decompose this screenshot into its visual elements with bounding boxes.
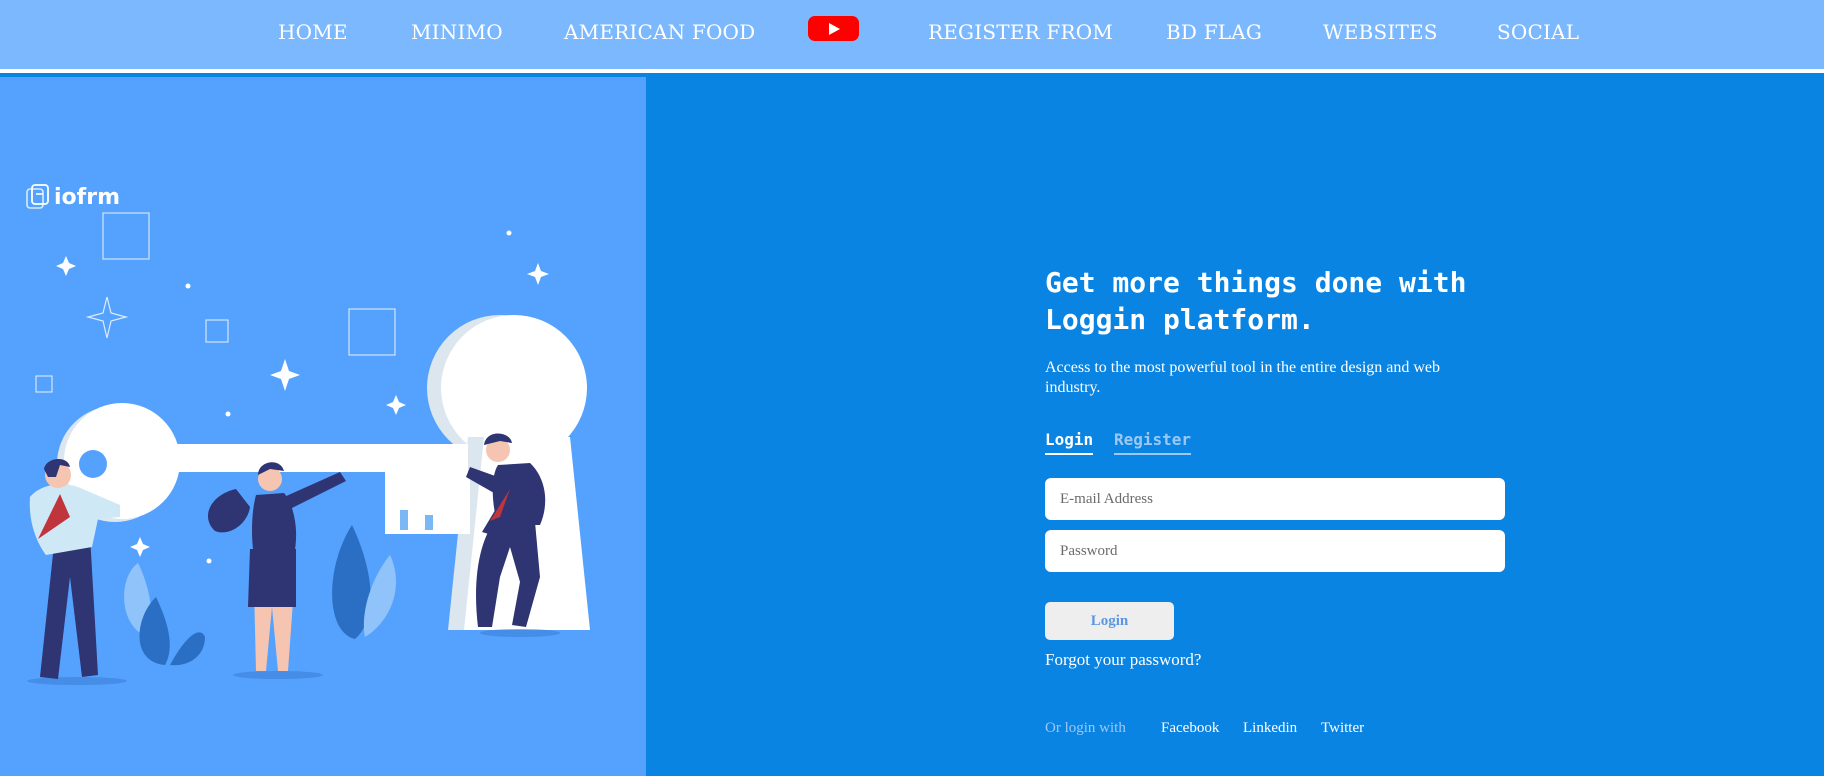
sparkle-dot xyxy=(506,230,512,236)
key-and-keyhole-illustration xyxy=(27,212,590,685)
decor-square xyxy=(205,319,229,343)
plant-leaf xyxy=(170,632,205,666)
email-field[interactable] xyxy=(1045,478,1505,520)
nav-item-minimo[interactable]: MINIMO xyxy=(411,20,503,44)
decor-square xyxy=(348,308,396,356)
plant-leaf xyxy=(363,555,396,637)
person-skirt xyxy=(248,549,296,607)
login-panel xyxy=(646,77,1824,776)
nav-item-home[interactable]: HOME xyxy=(278,20,348,44)
key-bow-hole xyxy=(79,450,107,478)
sparkle-dot xyxy=(206,558,212,564)
illustration-panel: iofrm xyxy=(0,77,646,776)
key-shaft xyxy=(168,444,468,472)
key-tooth xyxy=(400,510,408,530)
sparkle-dot xyxy=(185,283,191,289)
linkedin-login-link[interactable]: Linkedin xyxy=(1243,720,1297,737)
sparkle-icon xyxy=(527,263,549,285)
password-field[interactable] xyxy=(1045,530,1505,572)
nav-item-social[interactable]: SOCIAL xyxy=(1497,20,1579,44)
brand-logo[interactable]: iofrm xyxy=(26,184,120,210)
nav-item-register-from[interactable]: REGISTER FROM xyxy=(928,20,1113,44)
sparkle-dot xyxy=(225,411,231,417)
sparkle-icon xyxy=(56,256,76,276)
nav-item-websites[interactable]: WEBSITES xyxy=(1323,20,1438,44)
person-legs xyxy=(40,535,98,679)
decor-square xyxy=(102,212,150,260)
twitter-login-link[interactable]: Twitter xyxy=(1321,720,1364,737)
page-headline: Get more things done with Loggin platfor… xyxy=(1045,266,1467,336)
ground-shadow xyxy=(233,671,323,679)
forgot-password-link[interactable]: Forgot your password? xyxy=(1045,650,1201,670)
top-navigation-bar: HOME MINIMO AMERICAN FOOD REGISTER FROM … xyxy=(0,0,1824,73)
sparkle-icon xyxy=(85,296,129,339)
sparkle-icon xyxy=(270,359,300,391)
ground-shadow xyxy=(27,677,127,685)
facebook-login-link[interactable]: Facebook xyxy=(1161,720,1219,737)
sparkle-icon xyxy=(130,537,150,557)
key-tooth xyxy=(425,515,433,530)
brand-name: iofrm xyxy=(54,184,120,210)
tab-register[interactable]: Register xyxy=(1114,430,1192,455)
page-subtitle: Access to the most powerful tool in the … xyxy=(1045,359,1441,396)
nav-item-american-food[interactable]: AMERICAN FOOD xyxy=(564,20,755,44)
decor-square xyxy=(35,375,53,393)
sparkle-icon xyxy=(386,395,406,415)
person-arm xyxy=(284,472,346,509)
document-logo-icon xyxy=(26,184,49,209)
person-hair xyxy=(207,489,250,533)
ground-shadow xyxy=(480,629,560,637)
nav-item-bd-flag[interactable]: BD FLAG xyxy=(1166,20,1262,44)
tab-login[interactable]: Login xyxy=(1045,430,1094,455)
login-button[interactable]: Login xyxy=(1045,602,1174,640)
social-login-prefix: Or login with xyxy=(1045,720,1126,736)
youtube-play-icon[interactable] xyxy=(808,16,859,41)
